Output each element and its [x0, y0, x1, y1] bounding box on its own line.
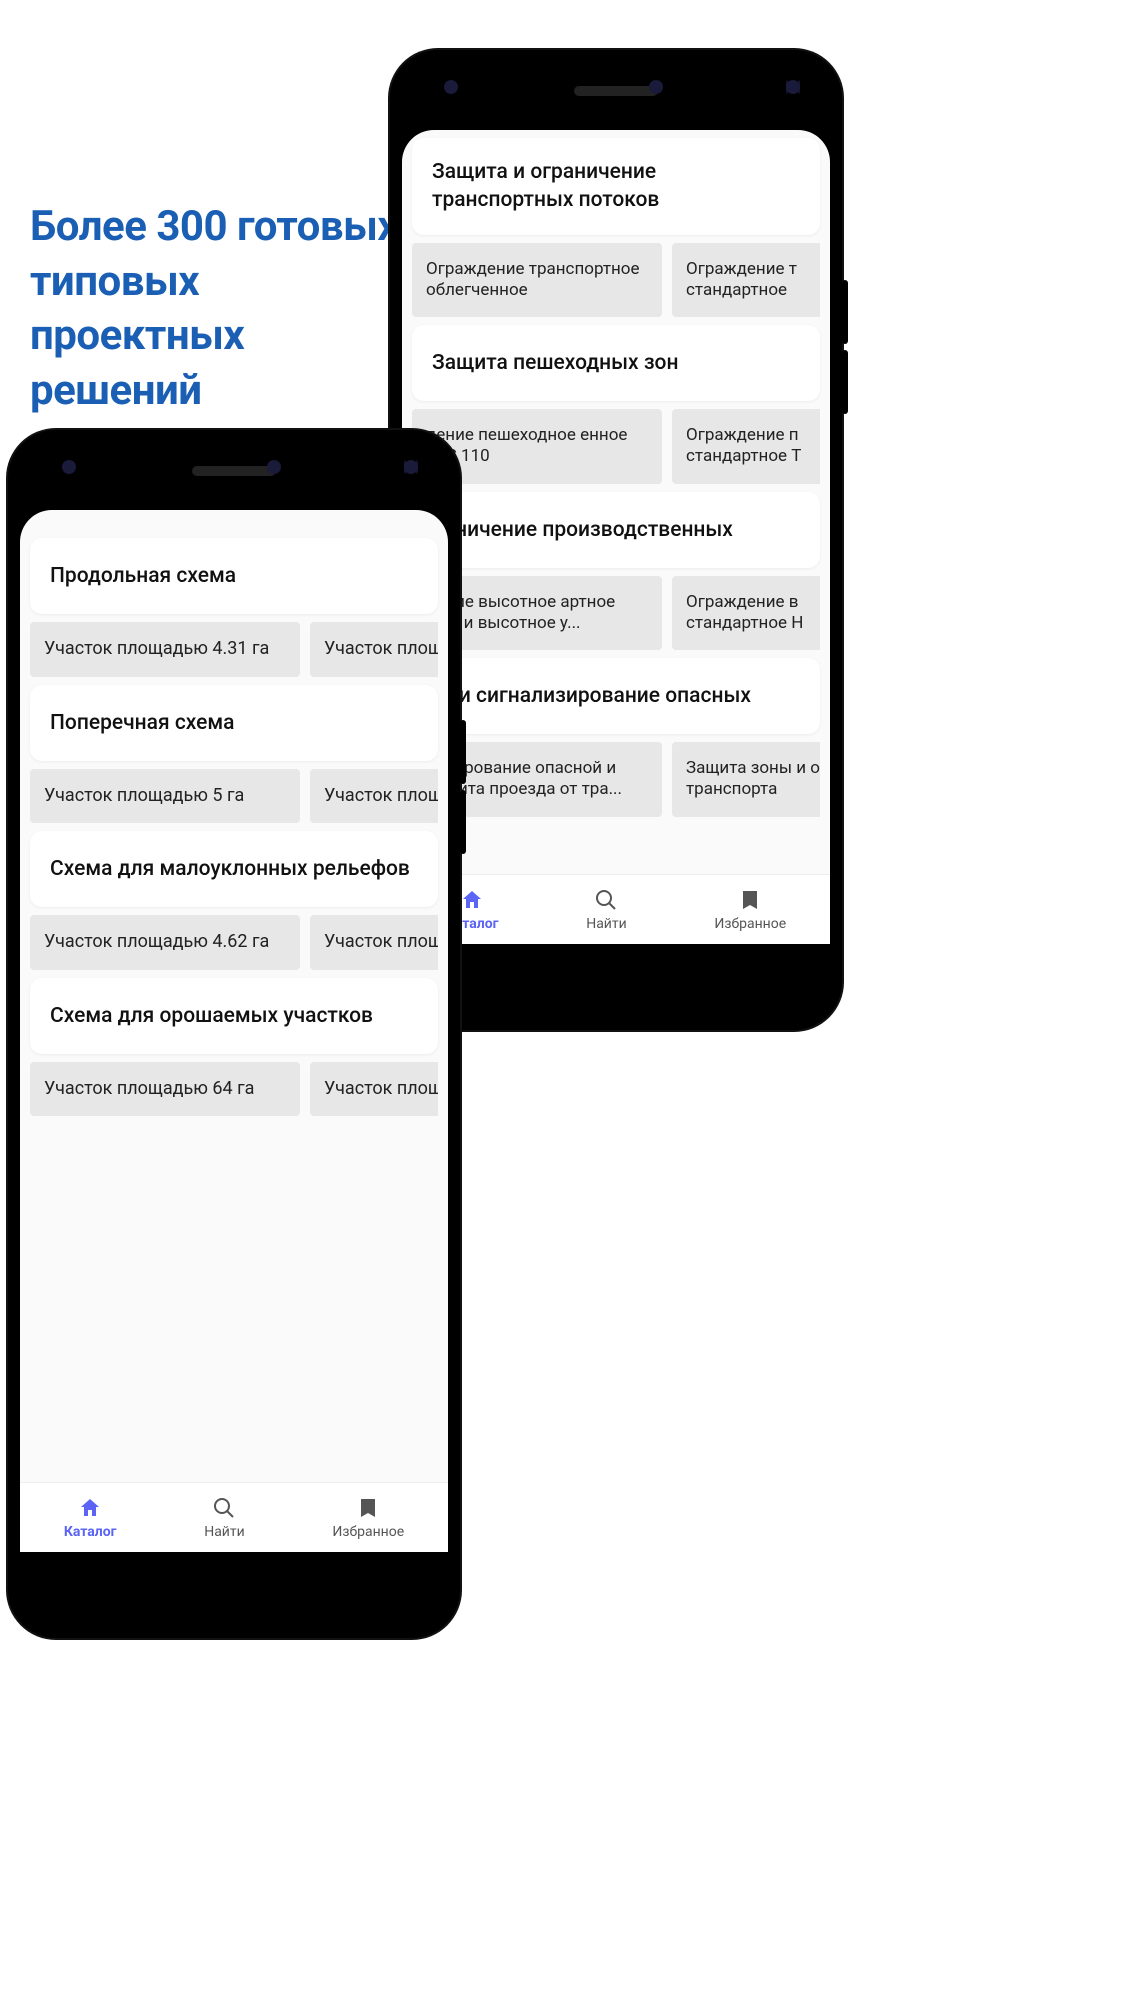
chip[interactable]: Участок площ [310, 1062, 438, 1117]
volume-up-button [460, 720, 466, 784]
phone-b-screen: Продольная схема Участок площадью 4.31 г… [20, 510, 448, 1552]
nav-search[interactable]: Найти [204, 1496, 245, 1540]
nav-catalog[interactable]: Каталог [64, 1496, 117, 1540]
phone-a-screen: Защита и ограничение транспортных потоко… [402, 130, 830, 944]
bottom-nav: Каталог Найти Избранное [20, 1482, 448, 1552]
chip[interactable]: Участок площадью 4.62 га [30, 915, 300, 970]
section-header[interactable]: Продольная схема [30, 538, 438, 614]
nav-search[interactable]: Найти [586, 888, 627, 932]
nav-label: Найти [204, 1524, 245, 1540]
phone-sensors [14, 460, 466, 474]
bookmark-icon [738, 888, 762, 912]
chip-row: Участок площадью 4.62 га Участок площ [30, 915, 438, 970]
volume-up-button [842, 280, 848, 344]
promo-headline: Более 300 готовых типовых проектных реше… [30, 200, 400, 418]
chip[interactable]: Участок площадью 64 га [30, 1062, 300, 1117]
section-header[interactable]: Схема для орошаемых участков [30, 978, 438, 1054]
section-header[interactable]: та и сигнализирование опасных [412, 658, 820, 734]
chip[interactable]: Ограждение п стандартное T [672, 409, 820, 484]
chip-row: Участок площадью 5 га Участок площ [30, 769, 438, 824]
chip-row: Ограждение транспортное облегченное Огра… [412, 243, 820, 318]
section-header[interactable]: Схема для малоуклонных рельефов [30, 831, 438, 907]
volume-down-button [842, 350, 848, 414]
search-icon [212, 1496, 236, 1520]
section-header[interactable]: Защита пешеходных зон [412, 325, 820, 401]
nav-label: Избранное [332, 1524, 404, 1540]
phone-mockup-left: Продольная схема Участок площадью 4.31 г… [8, 430, 460, 1638]
chip-row: лизирование опасной и защита проезда от … [412, 742, 820, 817]
chip[interactable]: Ограждение т стандартное [672, 243, 820, 318]
nav-label: Избранное [714, 916, 786, 932]
section-header[interactable]: Защита и ограничение транспортных потоко… [412, 138, 820, 235]
chip[interactable]: Участок площ [310, 769, 438, 824]
home-icon [78, 1496, 102, 1520]
chip[interactable]: Участок площ [310, 915, 438, 970]
content-scroll[interactable]: Защита и ограничение транспортных потоко… [402, 130, 830, 874]
home-icon [460, 888, 484, 912]
chip[interactable]: Ограждение транспортное облегченное [412, 243, 662, 318]
phone-chin [20, 1560, 448, 1624]
section-header[interactable]: раничение производственных [412, 492, 820, 568]
chip[interactable]: Участок площадью 5 га [30, 769, 300, 824]
phone-sensors [396, 80, 848, 94]
nav-favorites[interactable]: Избранное [332, 1496, 404, 1540]
content-scroll[interactable]: Продольная схема Участок площадью 4.31 г… [20, 510, 448, 1482]
bookmark-icon [356, 1496, 380, 1520]
chip-row: Участок площадью 4.31 га Участок площ [30, 622, 438, 677]
section-header[interactable]: Поперечная схема [30, 685, 438, 761]
bottom-nav: Каталог Найти Избранное [402, 874, 830, 944]
chip[interactable]: Участок площ [310, 622, 438, 677]
nav-label: Каталог [64, 1524, 117, 1540]
chip-row: дение высотное артное HBP и высотное у..… [412, 576, 820, 651]
chip[interactable]: Ограждение в стандартное H [672, 576, 820, 651]
nav-favorites[interactable]: Избранное [714, 888, 786, 932]
phone-chin [402, 952, 830, 1016]
search-icon [594, 888, 618, 912]
chip-row: Участок площадью 64 га Участок площ [30, 1062, 438, 1117]
nav-label: Найти [586, 916, 627, 932]
chip[interactable]: Защита зоны и от транспорта [672, 742, 820, 817]
volume-down-button [460, 790, 466, 854]
chip[interactable]: Участок площадью 4.31 га [30, 622, 300, 677]
chip-row: дение пешеходное енное TBS 110 Ограждени… [412, 409, 820, 484]
